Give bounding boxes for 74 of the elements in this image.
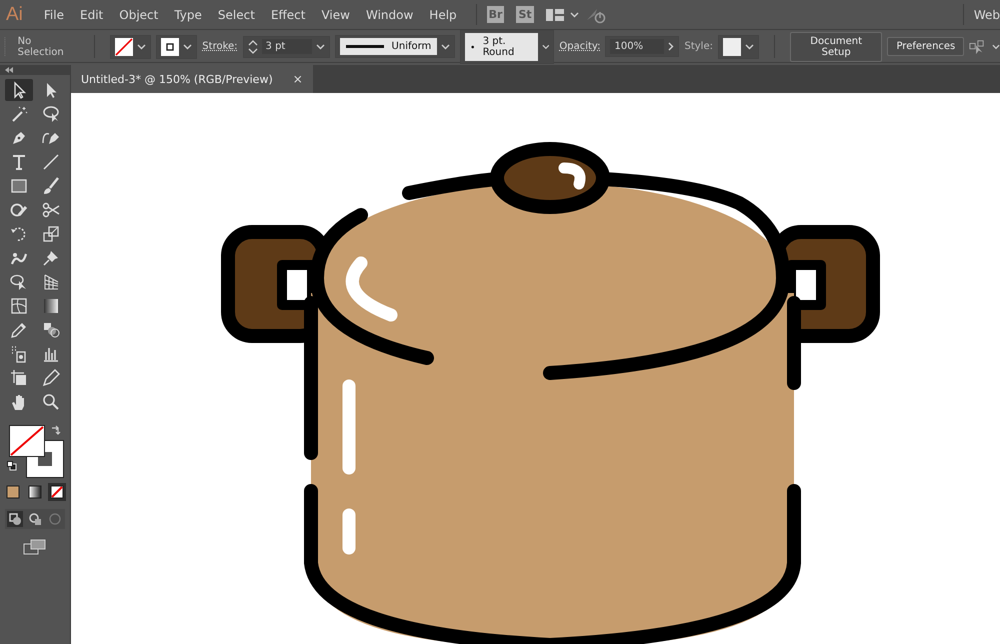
collapse-icon[interactable] [5, 67, 13, 73]
style-label: Style: [684, 41, 713, 52]
chevron-down-icon[interactable] [542, 44, 550, 50]
toolbar-button[interactable]: Document Setup [790, 32, 882, 62]
menu-item[interactable]: Type [167, 8, 211, 22]
document-title: Untitled-3* @ 150% (RGB/Preview) [81, 72, 273, 86]
gradient-icon [41, 296, 61, 316]
draw-behind-icon[interactable] [27, 511, 43, 527]
scissors-icon [41, 200, 61, 220]
chevron-right-icon[interactable] [668, 42, 674, 51]
fill-none-swatch-icon [115, 38, 134, 56]
chevron-down-icon[interactable] [441, 44, 450, 50]
color-mode-button[interactable] [48, 483, 66, 501]
stroke-profile-value: Uniform [392, 41, 432, 52]
draw-normal-icon[interactable] [7, 511, 23, 527]
chevron-down-icon[interactable] [570, 12, 579, 18]
brush-value: 3 pt. Round [482, 36, 516, 58]
menu-item[interactable]: Object [112, 8, 168, 22]
app-logo: Ai [6, 4, 23, 26]
color-mode-button[interactable] [4, 483, 22, 501]
color-mode-icon [6, 485, 20, 499]
none-mode-icon [50, 485, 64, 499]
bridge-button[interactable]: Br [486, 6, 504, 23]
opacity-field[interactable]: 100% [610, 39, 664, 54]
eyedropper-icon [9, 320, 29, 340]
shape-builder-icon [9, 272, 29, 292]
stepper-icon[interactable] [248, 38, 258, 54]
screen-mode-icon[interactable] [23, 539, 47, 555]
stroke-label[interactable]: Stroke: [202, 41, 238, 52]
menu-item[interactable]: Help [422, 8, 466, 22]
default-colors-icon[interactable] [7, 461, 17, 471]
swap-icon[interactable] [51, 425, 61, 435]
chevron-down-icon[interactable] [137, 44, 146, 50]
selection-status: No Selection [18, 36, 65, 58]
stroke-swatch-icon [161, 38, 180, 56]
tab-close-button[interactable]: × [292, 72, 303, 86]
opacity-label[interactable]: Opacity: [559, 41, 600, 52]
pushpin-icon [41, 248, 61, 268]
menu-item[interactable]: View [314, 8, 359, 22]
fill-swatch[interactable] [9, 425, 45, 457]
blend-icon [41, 320, 61, 340]
pencil-icon [41, 368, 61, 388]
menu-item[interactable]: Window [358, 8, 422, 22]
menu-item[interactable]: Effect [264, 8, 314, 22]
color-mode-button[interactable] [26, 483, 44, 501]
stroke-weight-field[interactable]: 3 pt [262, 39, 312, 54]
artboard-icon [9, 368, 29, 388]
chevron-down-icon[interactable] [316, 44, 325, 50]
stroke-line-icon [346, 44, 384, 48]
chevron-down-icon[interactable] [183, 44, 192, 50]
toolbar-button[interactable]: Preferences [887, 37, 964, 56]
menu-item[interactable]: Edit [73, 8, 112, 22]
brush-dropdown[interactable]: 3 pt. Round [465, 32, 538, 60]
magnifier-icon [41, 392, 61, 412]
line-icon [41, 152, 61, 172]
menu-item[interactable]: File [36, 8, 73, 22]
stroke-profile-dropdown[interactable]: Uniform [340, 38, 438, 55]
lasso-icon [41, 104, 61, 124]
chevron-down-icon[interactable] [744, 44, 754, 50]
scale-icon [41, 224, 61, 244]
stroke-color-picker[interactable] [156, 34, 198, 58]
graphic-style-swatch[interactable] [722, 38, 741, 56]
workspace-layout-icon[interactable] [546, 8, 564, 20]
gradient-mode-icon [28, 485, 42, 499]
stock-button[interactable]: St [516, 6, 534, 23]
paintbrush-icon [41, 176, 61, 196]
fill-color-picker[interactable] [110, 34, 152, 58]
chevron-down-icon[interactable] [992, 44, 1000, 50]
tool-button[interactable] [5, 79, 33, 101]
mesh-icon [9, 296, 29, 316]
menu-item[interactable]: Select [210, 8, 264, 22]
brush-dot-icon [471, 44, 475, 48]
workspace-switcher[interactable]: Web [974, 8, 1000, 22]
document-tab[interactable]: Untitled-3* @ 150% (RGB/Preview) × [71, 65, 313, 93]
